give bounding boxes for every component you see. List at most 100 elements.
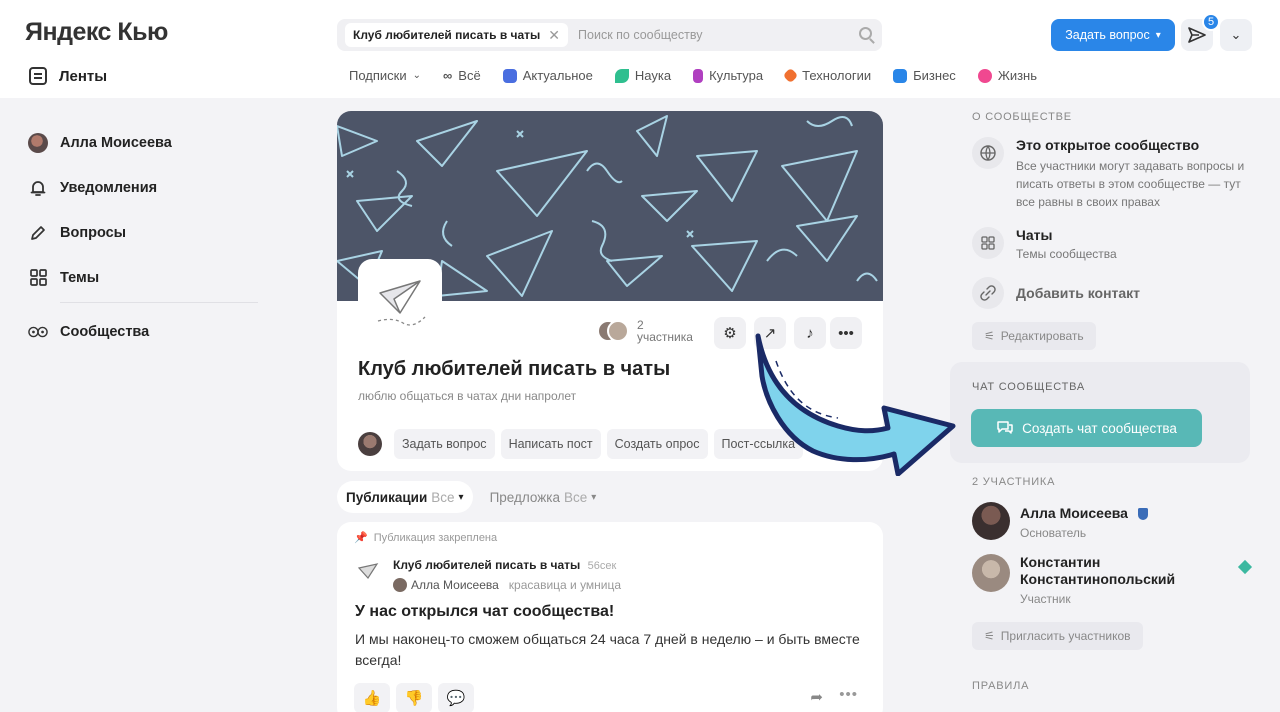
search-bar[interactable]: Клуб любителей писать в чаты ✕ Поиск по … [337, 19, 882, 51]
sliders-icon: ⚟ [984, 329, 995, 343]
about-section-title: О сообществе [972, 111, 1072, 123]
sidebar-item-label: Уведомления [60, 179, 158, 196]
more-icon[interactable]: ••• [839, 686, 858, 703]
tab-business[interactable]: Бизнес [893, 68, 956, 83]
search-input[interactable]: Поиск по сообществу [578, 28, 702, 42]
post-author[interactable]: Алла Моисеева красавица и умница [393, 578, 621, 592]
share-icon[interactable]: ➦ [810, 688, 823, 706]
actual-icon [502, 68, 517, 83]
thumbs-down-icon: 👎 [404, 690, 424, 707]
tab-filter: Все [564, 489, 588, 505]
search-icon[interactable] [859, 27, 872, 40]
chats-link[interactable]: Чаты Темы сообщества [972, 227, 1262, 263]
write-post-action[interactable]: Написать пост [500, 429, 601, 459]
top-header: Яндекс Кью Ленты Клуб любителей писать в… [0, 0, 1280, 98]
tab-tech[interactable]: Технологии [782, 67, 872, 84]
ask-question-label: Задать вопрос [1065, 28, 1150, 42]
create-chat-label: Создать чат сообщества [1022, 420, 1177, 436]
member-item[interactable]: Константин Константинопольский Участник [972, 554, 1262, 606]
post-title[interactable]: У нас открылся чат сообщества! [355, 603, 614, 621]
tab-actual[interactable]: Актуальное [502, 68, 593, 83]
edit-label: Редактировать [1000, 329, 1084, 343]
post-header: Клуб любителей писать в чаты 56сек Алла … [357, 558, 621, 592]
diamond-icon [1237, 559, 1253, 575]
ask-question-action[interactable]: Задать вопрос [394, 429, 495, 459]
post-author-name: Алла Моисеева [411, 578, 499, 592]
members-summary[interactable]: 2 участника [597, 319, 693, 343]
tab-subscriptions[interactable]: Подписки ⌄ [349, 68, 421, 83]
tab-publications[interactable]: Публикации Все ▾ [337, 481, 473, 513]
sidebar-item-questions[interactable]: Вопросы [28, 210, 228, 255]
create-poll-action[interactable]: Создать опрос [606, 429, 708, 459]
tab-science[interactable]: Наука [614, 68, 671, 83]
ask-question-button[interactable]: Задать вопрос ▾ [1051, 19, 1175, 51]
member-item[interactable]: Алла Моисеева Основатель [972, 502, 1262, 540]
invite-members-button[interactable]: ⚟ Пригласить участников [972, 622, 1143, 650]
chat-icon [996, 419, 1014, 438]
paper-plane-icon [357, 562, 379, 584]
tab-all[interactable]: ∞ Всё [443, 68, 481, 83]
culture-icon [693, 68, 704, 83]
members-section-title: 2 участника [972, 476, 1056, 488]
comment-button[interactable]: 💬 [438, 683, 474, 712]
category-tabs: Подписки ⌄ ∞ Всё Актуальное Наука Культу… [349, 67, 1037, 84]
paper-plane-icon [377, 280, 426, 326]
gear-icon: ⚙ [723, 325, 737, 342]
pin-icon: 📌 [354, 532, 368, 544]
avatar [358, 432, 382, 456]
profile-menu-button[interactable]: ⌄ [1220, 19, 1252, 51]
yandex-q-logo[interactable]: Яндекс Кью [25, 18, 168, 47]
add-contact-link[interactable]: Добавить контакт [972, 277, 1262, 309]
pinned-post-card: 📌 Публикация закреплена Клуб любителей п… [337, 522, 883, 712]
left-sidebar: Алла Моисеева Уведомления Вопросы Темы С… [28, 120, 258, 354]
sidebar-item-communities[interactable]: Сообщества [28, 309, 228, 354]
open-community-info: Это открытое сообщество Все участники мо… [972, 137, 1262, 211]
sidebar-item-label: Алла Моисеева [60, 134, 172, 151]
feed-icon [29, 67, 47, 85]
rules-section-title: Правила [972, 680, 1030, 692]
tab-culture[interactable]: Культура [693, 68, 763, 83]
post-community-name: Клуб любителей писать в чаты [393, 558, 581, 572]
dislike-button[interactable]: 👎 [396, 683, 432, 712]
like-button[interactable]: 👍 [354, 683, 390, 712]
sidebar-item-topics[interactable]: Темы [28, 255, 228, 300]
tab-label: Культура [709, 68, 764, 83]
edit-community-button[interactable]: ⚟ Редактировать [972, 322, 1096, 350]
chevron-down-icon: ▾ [458, 491, 464, 503]
create-community-chat-button[interactable]: Создать чат сообщества [971, 409, 1202, 447]
chevron-down-icon: ⌄ [1230, 27, 1242, 42]
sidebar-item-notifications[interactable]: Уведомления [28, 165, 228, 210]
community-title: Клуб любителей писать в чаты [358, 358, 671, 380]
globe-icon [972, 137, 1004, 169]
post-reactions: 👍 👎 💬 [354, 683, 474, 712]
member-role: Основатель [1020, 526, 1087, 540]
post-body: И мы наконец-то сможем общаться 24 часа … [355, 631, 860, 668]
grid-icon [972, 227, 1004, 259]
search-chip-label: Клуб любителей писать в чаты [353, 28, 541, 42]
chevron-down-icon: ▾ [591, 491, 597, 503]
add-contact-label: Добавить контакт [1016, 285, 1141, 301]
business-icon [893, 68, 908, 83]
tab-suggestions[interactable]: Предложка Все ▾ [481, 481, 606, 513]
notification-badge: 5 [1202, 13, 1220, 31]
open-community-title: Это открытое сообщество [1016, 137, 1200, 153]
chevron-down-icon: ⌄ [412, 70, 422, 81]
post-community-link[interactable]: Клуб любителей писать в чаты 56сек [393, 558, 621, 572]
community-description: люблю общаться в чатах дни напролет [358, 389, 577, 403]
feeds-link[interactable]: Ленты [29, 67, 107, 85]
tab-life[interactable]: Жизнь [977, 68, 1037, 83]
sidebar-item-label: Вопросы [60, 224, 127, 241]
tech-icon [782, 67, 799, 84]
close-icon[interactable]: ✕ [548, 27, 560, 44]
thumbs-up-icon: 👍 [362, 690, 382, 707]
post-time: 56сек [587, 560, 617, 572]
tab-label: Технологии [802, 68, 872, 83]
search-scope-chip[interactable]: Клуб любителей писать в чаты ✕ [345, 23, 569, 47]
logo-text: Яндекс Кью [25, 18, 168, 46]
settings-button[interactable]: ⚙ [714, 317, 746, 349]
tab-filter: Все [431, 489, 455, 505]
comment-icon: 💬 [446, 690, 466, 707]
grid-icon [28, 268, 48, 288]
sidebar-item-profile[interactable]: Алла Моисеева [28, 120, 228, 165]
sliders-icon: ⚟ [984, 629, 995, 643]
